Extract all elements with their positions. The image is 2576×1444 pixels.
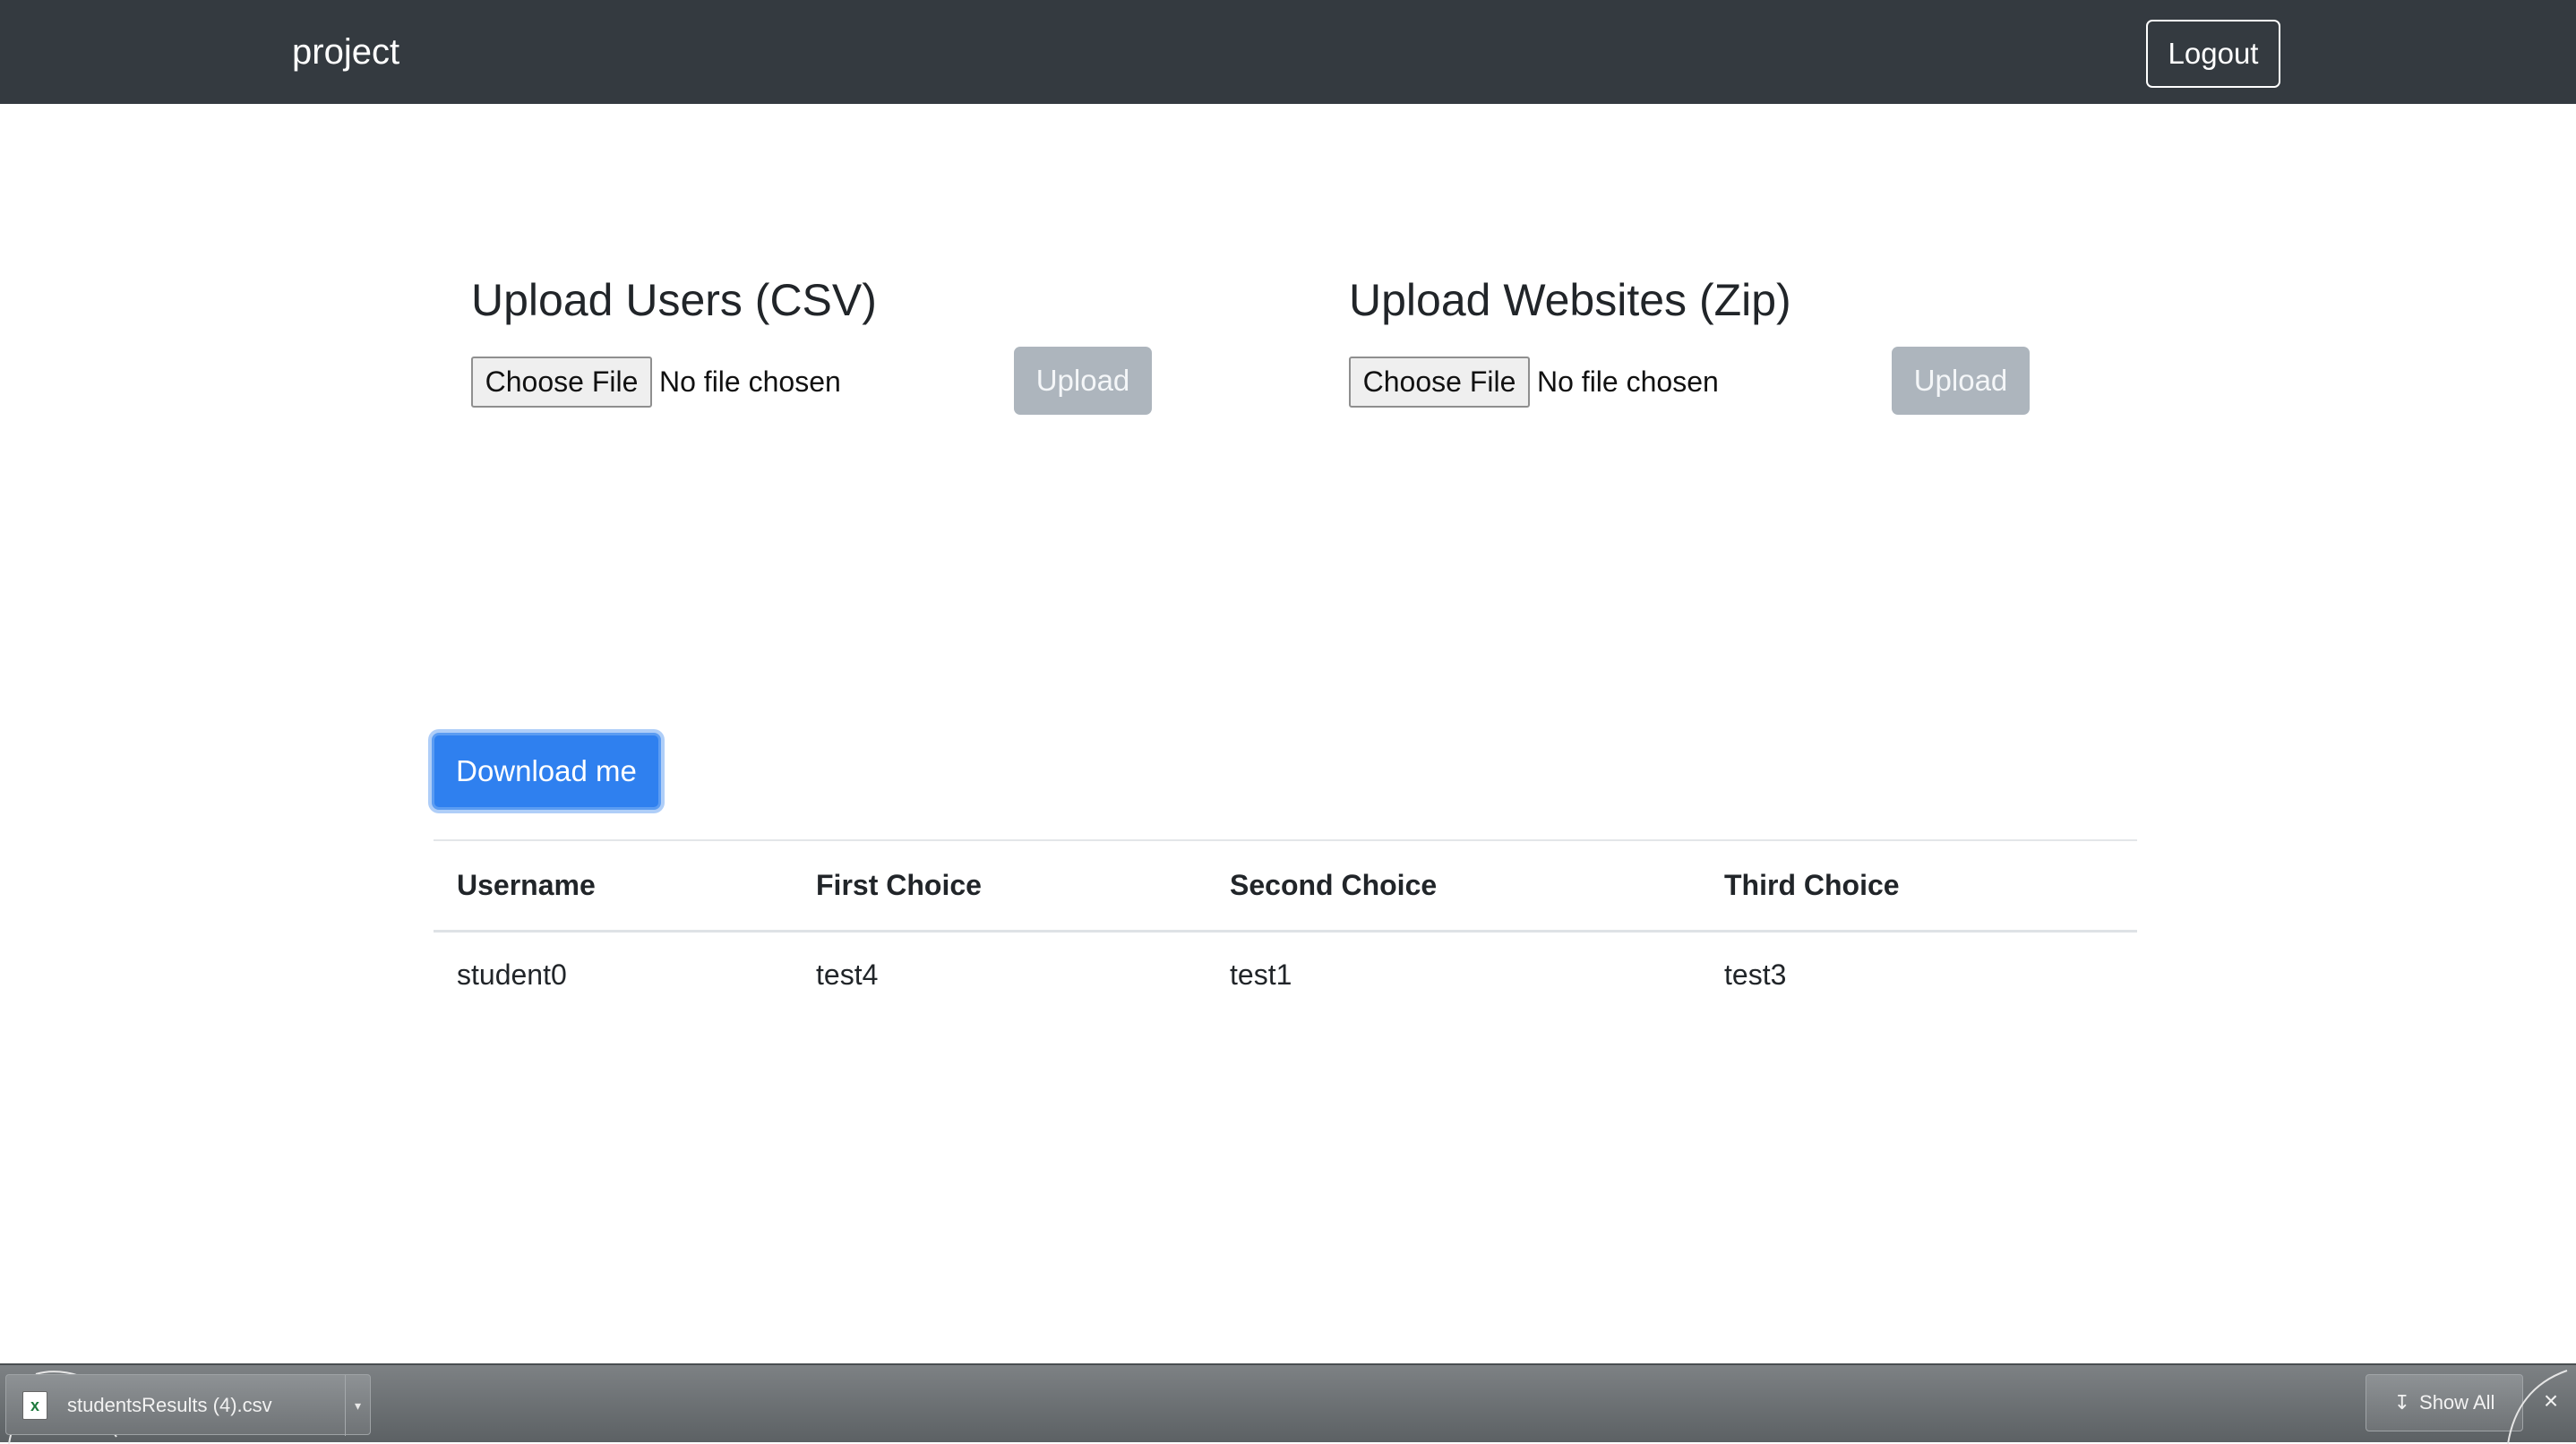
show-all-label: Show All	[2419, 1391, 2495, 1414]
chevron-down-icon[interactable]: ▾	[345, 1375, 370, 1436]
websites-upload-button[interactable]: Upload	[1892, 347, 2030, 415]
cell-username: student0	[457, 958, 567, 992]
upload-websites-title: Upload Websites (Zip)	[1349, 275, 1791, 325]
header-username: Username	[434, 839, 793, 933]
users-file-input: Choose File No file chosen Upload	[471, 347, 1206, 415]
header-second-choice: Second Choice	[1206, 839, 1701, 933]
users-upload-button[interactable]: Upload	[1014, 347, 1152, 415]
websites-file-input: Choose File No file chosen Upload	[1349, 347, 2083, 415]
table-header-row: Username First Choice Second Choice Thir…	[434, 839, 2137, 933]
users-choose-file-button[interactable]: Choose File	[471, 357, 652, 408]
upload-users-section: Upload Users (CSV) Choose File No file c…	[471, 269, 1206, 430]
cell-third-choice: test3	[1724, 958, 1787, 992]
results-table: Username First Choice Second Choice Thir…	[434, 839, 2137, 1019]
excel-file-icon: x	[22, 1391, 47, 1420]
close-icon[interactable]: ×	[2535, 1385, 2567, 1417]
downloaded-file-item[interactable]: x studentsResults (4).csv ▾	[5, 1374, 371, 1436]
cell-first-choice: test4	[816, 958, 879, 992]
download-button[interactable]: Download me	[432, 733, 661, 810]
table-row: student0 test4 test1 test3	[434, 931, 2137, 1019]
websites-file-status: No file chosen	[1537, 365, 1719, 398]
websites-choose-file-button[interactable]: Choose File	[1349, 357, 1530, 408]
browser-download-bar: x studentsResults (4).csv ▾ ↧ Show All ×	[0, 1363, 2576, 1444]
users-file-status: No file chosen	[659, 365, 841, 398]
upload-websites-section: Upload Websites (Zip) Choose File No fil…	[1349, 269, 2083, 430]
download-arrow-icon: ↧	[2393, 1391, 2411, 1414]
show-all-downloads-button[interactable]: ↧ Show All	[2366, 1374, 2523, 1431]
header-first-choice: First Choice	[793, 839, 1206, 933]
downloaded-file-name: studentsResults (4).csv	[67, 1394, 272, 1416]
logout-button[interactable]: Logout	[2146, 20, 2280, 88]
brand-link[interactable]: project	[292, 25, 399, 79]
top-navbar: project Logout	[0, 0, 2576, 104]
cell-second-choice: test1	[1230, 958, 1292, 992]
header-third-choice: Third Choice	[1701, 839, 2137, 933]
upload-users-title: Upload Users (CSV)	[471, 275, 877, 325]
